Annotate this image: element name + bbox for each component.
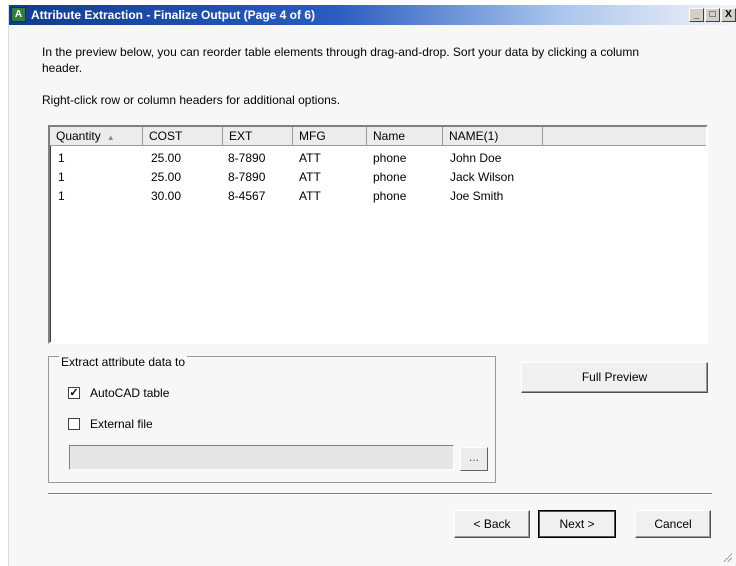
close-button[interactable]: X: [721, 8, 736, 22]
full-preview-label: Full Preview: [581, 370, 648, 384]
autocad-table-label[interactable]: AutoCAD table: [90, 386, 169, 400]
table-cell: ATT: [299, 189, 321, 203]
maximize-button[interactable]: □: [705, 8, 720, 22]
preview-table[interactable]: Quantity ▲ COST EXT MFG Name NAME(1) 1 25…: [48, 125, 708, 344]
external-file-label[interactable]: External file: [90, 417, 153, 431]
table-cell: phone: [373, 151, 407, 165]
column-header-label: Quantity: [56, 129, 101, 143]
window-title: Attribute Extraction - Finalize Output (…: [31, 8, 316, 22]
table-cell: John Doe: [450, 151, 502, 165]
browse-button[interactable]: ...: [460, 447, 488, 471]
table-cell: Joe Smith: [450, 189, 504, 203]
table-cell: 30.00: [151, 189, 182, 203]
sort-ascending-icon: ▲: [106, 133, 115, 142]
table-cell: Jack Wilson: [450, 170, 515, 184]
attribute-extraction-icon: A: [11, 7, 26, 22]
right-click-hint: Right-click row or column headers for ad…: [42, 93, 341, 107]
table-cell: 25.00: [151, 170, 182, 184]
table-cell: 1: [58, 189, 65, 203]
autocad-table-checkbox[interactable]: ✓: [68, 387, 80, 399]
table-cell: 8-7890: [228, 170, 266, 184]
external-file-path-input[interactable]: [69, 445, 454, 470]
table-header: Quantity ▲ COST EXT MFG Name NAME(1): [50, 127, 706, 146]
column-header-name1[interactable]: NAME(1): [443, 127, 543, 145]
table-cell: 8-4567: [228, 189, 266, 203]
back-label: < Back: [473, 517, 511, 531]
full-preview-button[interactable]: Full Preview: [521, 362, 708, 393]
external-file-checkbox[interactable]: [68, 418, 80, 430]
column-header-cost[interactable]: COST: [143, 127, 223, 145]
resize-grip-icon[interactable]: [722, 552, 732, 562]
back-button[interactable]: < Back: [454, 510, 530, 538]
table-cell: phone: [373, 189, 407, 203]
table-cell: ATT: [299, 170, 321, 184]
table-cell: 1: [58, 151, 65, 165]
table-cell: 8-7890: [228, 151, 266, 165]
table-cell: ATT: [299, 151, 321, 165]
table-cell: 1: [58, 170, 65, 184]
intro-text: In the preview below, you can reorder ta…: [42, 45, 639, 75]
cancel-label: Cancel: [654, 517, 692, 531]
column-header-mfg[interactable]: MFG: [293, 127, 367, 145]
table-cell: phone: [373, 170, 407, 184]
column-header-name[interactable]: Name: [367, 127, 443, 145]
title-bar[interactable]: A Attribute Extraction - Finalize Output…: [9, 5, 736, 25]
separator: [48, 493, 712, 495]
column-header-ext[interactable]: EXT: [223, 127, 293, 145]
next-label: Next >: [559, 517, 595, 531]
cancel-button[interactable]: Cancel: [635, 510, 711, 538]
column-header-quantity[interactable]: Quantity ▲: [50, 127, 143, 145]
table-cell: 25.00: [151, 151, 182, 165]
minimize-button[interactable]: _: [689, 8, 704, 22]
extract-group-label: Extract attribute data to: [59, 355, 188, 369]
next-button[interactable]: Next >: [538, 510, 616, 538]
checkmark-icon: ✓: [69, 387, 79, 399]
